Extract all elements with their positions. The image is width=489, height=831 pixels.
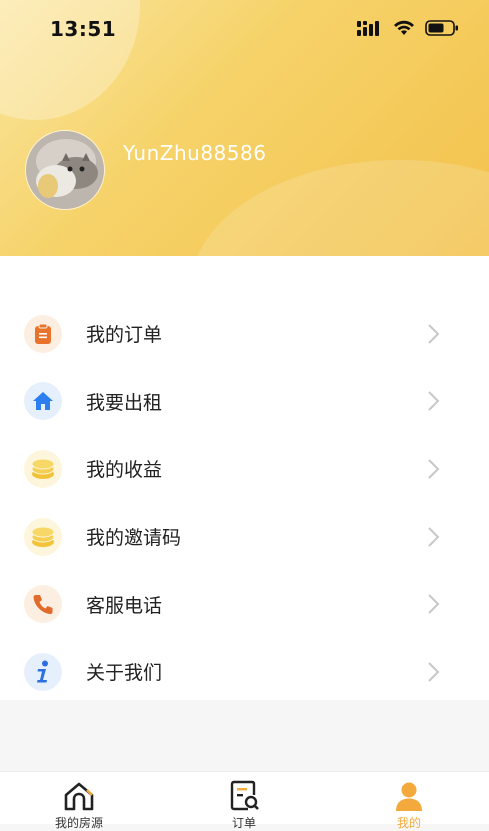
menu-item-about-us[interactable]: 关于我们: [0, 638, 489, 706]
status-bar: 13:51: [0, 0, 489, 60]
chevron-right-icon: [428, 526, 440, 547]
signal-icon: [357, 21, 379, 36]
menu-item-label: 客服电话: [86, 594, 163, 617]
avatar[interactable]: [25, 130, 105, 210]
coins-icon: [24, 517, 62, 556]
coins-icon: [24, 449, 62, 488]
profile-header: 13:51 YunZhu88586: [0, 0, 489, 256]
username: YunZhu88586: [123, 141, 267, 165]
menu-panel: 我的订单 我要出租 我的收益 我的邀请码 客服电话 关于我们: [0, 256, 489, 700]
menu-item-rent-out[interactable]: 我要出租: [0, 368, 489, 436]
status-icons: [357, 20, 459, 36]
menu-item-label: 我的邀请码: [86, 527, 182, 550]
menu-list: 我的订单 我要出租 我的收益 我的邀请码 客服电话 关于我们: [0, 300, 489, 706]
chevron-right-icon: [428, 324, 440, 344]
chevron-right-icon: [428, 662, 440, 682]
tab-mine[interactable]: 我的: [359, 772, 459, 830]
bottom-tab-bar: 我的房源 订单 我的: [0, 771, 489, 830]
clipboard-icon: [24, 314, 62, 353]
menu-item-label: 我的订单: [86, 324, 163, 347]
battery-icon: [425, 20, 458, 36]
info-icon: [24, 652, 62, 691]
menu-item-label: 关于我们: [86, 662, 163, 685]
chevron-right-icon: [428, 459, 440, 479]
avatar-image: [26, 131, 104, 209]
status-time: 13:51: [50, 17, 117, 41]
house-outline-icon: [64, 782, 94, 811]
tab-orders[interactable]: 订单: [194, 772, 294, 830]
phone-icon: [24, 585, 62, 624]
order-search-icon: [230, 780, 259, 811]
home-icon: [24, 382, 62, 421]
menu-item-invite-code[interactable]: 我的邀请码: [0, 503, 489, 571]
tab-my-listings[interactable]: 我的房源: [29, 772, 129, 830]
menu-item-label: 我的收益: [86, 459, 163, 482]
person-icon: [396, 782, 422, 811]
chevron-right-icon: [428, 594, 440, 614]
menu-item-customer-service[interactable]: 客服电话: [0, 570, 489, 638]
profile-block[interactable]: YunZhu88586: [25, 130, 266, 210]
wifi-icon: [394, 20, 414, 35]
chevron-right-icon: [428, 391, 440, 412]
menu-item-my-orders[interactable]: 我的订单: [0, 300, 489, 368]
menu-item-my-earnings[interactable]: 我的收益: [0, 435, 489, 503]
menu-item-label: 我要出租: [86, 391, 163, 414]
